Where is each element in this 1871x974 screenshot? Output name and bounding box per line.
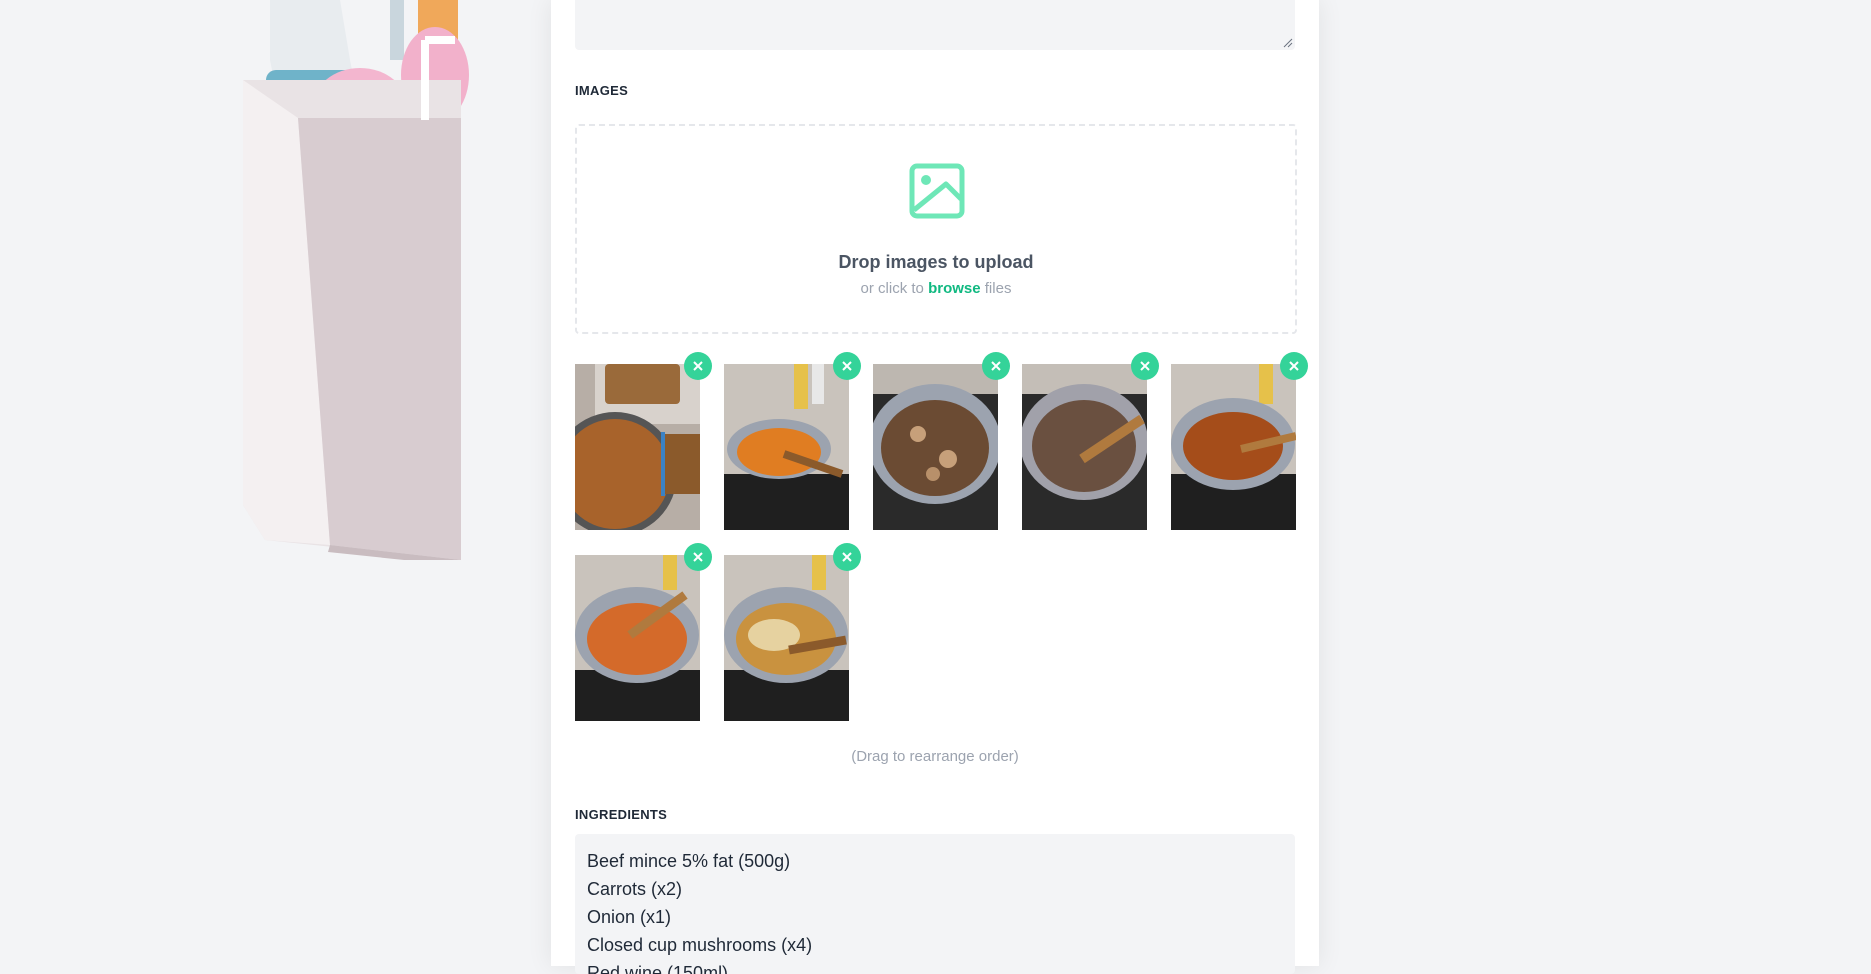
resize-handle-icon[interactable] [1283,38,1293,48]
dropzone-sub-prefix: or click to [860,280,924,297]
food-photo [1022,364,1147,530]
image-thumbnail[interactable] [1171,352,1308,530]
remove-image-button[interactable] [684,543,712,571]
image-thumbnail[interactable] [1022,352,1159,530]
remove-image-button[interactable] [982,352,1010,380]
image-thumbnail[interactable] [873,352,1010,530]
remove-image-button[interactable] [833,543,861,571]
ingredients-section-label: INGREDIENTS [575,807,668,822]
close-icon [1289,361,1299,371]
remove-image-button[interactable] [684,352,712,380]
drag-rearrange-hint: (Drag to rearrange order) [851,748,1019,765]
remove-image-button[interactable] [833,352,861,380]
image-thumbnail[interactable] [575,543,712,721]
remove-image-button[interactable] [1131,352,1159,380]
close-icon [842,552,852,562]
close-icon [842,361,852,371]
ingredient-line: Onion (x1) [587,907,672,927]
ingredient-line: Red wine (150ml) [587,963,729,974]
images-section-label: IMAGES [575,83,629,98]
ingredients-textarea[interactable]: Beef mince 5% fat (500g) Carrots (x2) On… [575,834,1295,974]
close-icon [991,361,1001,371]
dropzone-subtitle: or click to browse files [577,280,1295,297]
food-photo [575,555,700,721]
shopping-bag-illustration [240,0,560,566]
recipe-form-panel: IMAGES Drop images to upload or click to… [551,0,1319,974]
close-icon [693,361,703,371]
close-icon [1140,361,1150,371]
image-dropzone[interactable]: Drop images to upload or click to browse… [575,124,1297,334]
ingredient-line: Carrots (x2) [587,879,683,899]
close-icon [693,552,703,562]
remove-image-button[interactable] [1280,352,1308,380]
food-photo [1171,364,1296,530]
dropzone-sub-suffix: files [984,280,1012,297]
food-photo [575,364,700,530]
dropzone-title: Drop images to upload [838,252,1034,272]
food-photo [724,364,849,530]
image-icon [909,163,965,219]
ingredient-line: Beef mince 5% fat (500g) [587,851,791,871]
browse-files-link[interactable]: browse [928,280,981,297]
food-photo [724,555,849,721]
image-thumbnail[interactable] [724,352,861,530]
image-thumbnail[interactable] [575,352,712,530]
ingredient-line: Closed cup mushrooms (x4) [587,935,813,955]
description-textarea[interactable] [575,0,1295,50]
image-thumbnail[interactable] [724,543,861,721]
food-photo [873,364,998,530]
